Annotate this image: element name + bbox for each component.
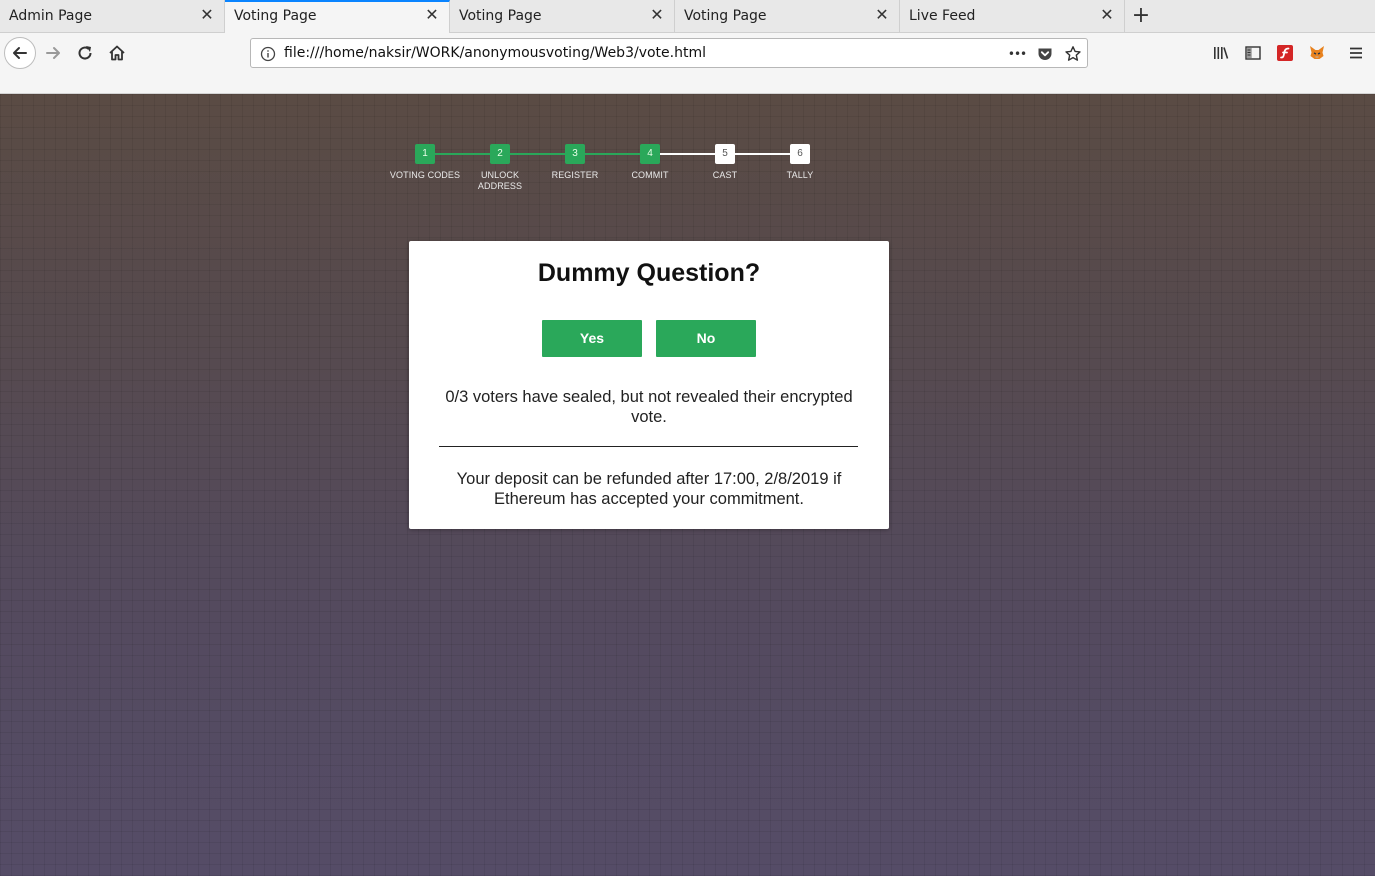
progress-stepper: 1 VOTING CODES 2 UNLOCK ADDRESS 3 REGIST…	[380, 144, 830, 204]
hamburger-menu-icon[interactable]	[1346, 43, 1366, 63]
url-bar[interactable]: file:///home/naksir/WORK/anonymousvoting…	[250, 38, 1088, 68]
home-icon	[109, 45, 125, 61]
reload-icon	[78, 46, 92, 60]
tab-title: Live Feed	[909, 8, 976, 24]
vote-card: Dummy Question? Yes No 0/3 voters have s…	[409, 241, 889, 529]
back-button[interactable]	[4, 37, 36, 69]
step-tally: 6 TALLY	[755, 144, 845, 181]
divider	[439, 446, 858, 447]
flash-icon[interactable]	[1275, 43, 1295, 63]
step-number: 6	[790, 144, 810, 164]
tab-title: Voting Page	[684, 8, 767, 24]
step-number: 3	[565, 144, 585, 164]
forward-arrow-icon	[46, 47, 60, 59]
close-tab-icon[interactable]: ✕	[1098, 6, 1116, 24]
close-tab-icon[interactable]: ✕	[648, 6, 666, 24]
step-number: 5	[715, 144, 735, 164]
yes-button[interactable]: Yes	[542, 320, 642, 357]
tab-title: Voting Page	[459, 8, 542, 24]
back-arrow-icon	[13, 47, 27, 59]
tab-admin-page[interactable]: Admin Page ✕	[0, 0, 225, 33]
page-background: 1 VOTING CODES 2 UNLOCK ADDRESS 3 REGIST…	[0, 94, 1375, 876]
library-icon[interactable]	[1211, 43, 1231, 63]
close-tab-icon[interactable]: ✕	[198, 6, 216, 24]
reload-button[interactable]	[69, 37, 101, 69]
forward-button[interactable]	[37, 37, 69, 69]
metamask-fox-icon[interactable]	[1307, 43, 1327, 63]
page-actions-icon[interactable]: •••	[1007, 44, 1027, 64]
new-tab-button[interactable]: +	[1130, 4, 1152, 28]
no-button[interactable]: No	[656, 320, 756, 357]
navigation-bar: file:///home/naksir/WORK/anonymousvoting…	[0, 33, 1375, 94]
tab-title: Voting Page	[234, 8, 317, 24]
step-number: 2	[490, 144, 510, 164]
info-icon[interactable]	[258, 44, 278, 64]
sealed-votes-status: 0/3 voters have sealed, but not revealed…	[445, 388, 853, 426]
close-tab-icon[interactable]: ✕	[423, 6, 441, 24]
close-tab-icon[interactable]: ✕	[873, 6, 891, 24]
tab-strip: Admin Page ✕ Voting Page ✕ Voting Page ✕…	[0, 0, 1375, 34]
sidebar-icon[interactable]	[1243, 43, 1263, 63]
step-number: 1	[415, 144, 435, 164]
step-label: TALLY	[786, 170, 814, 180]
pocket-icon[interactable]	[1035, 44, 1055, 64]
star-icon[interactable]	[1063, 44, 1083, 64]
tab-voting-page[interactable]: Voting Page ✕	[450, 0, 675, 33]
question-title: Dummy Question?	[537, 259, 761, 287]
home-button[interactable]	[101, 37, 133, 69]
step-number: 4	[640, 144, 660, 164]
tab-voting-page[interactable]: Voting Page ✕	[675, 0, 900, 33]
url-text[interactable]: file:///home/naksir/WORK/anonymousvoting…	[284, 45, 706, 61]
tab-voting-page-active[interactable]: Voting Page ✕	[225, 0, 450, 34]
deposit-refund-note: Your deposit can be refunded after 17:00…	[456, 470, 842, 508]
tab-title: Admin Page	[9, 8, 92, 24]
tab-live-feed[interactable]: Live Feed ✕	[900, 0, 1125, 33]
